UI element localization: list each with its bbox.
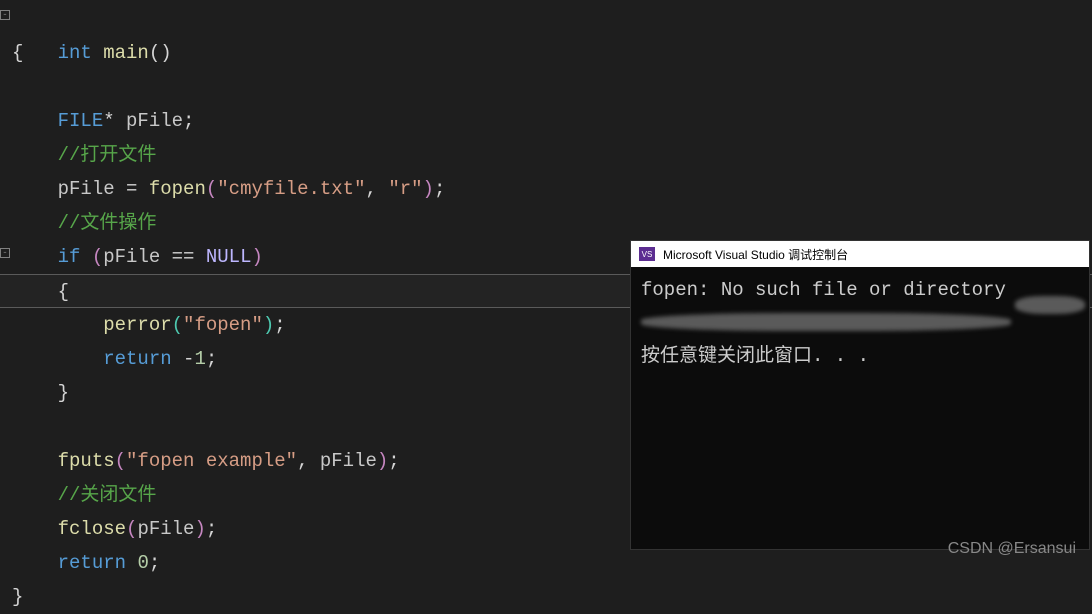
code-line [0,70,1092,104]
code-line: { [0,36,1092,70]
redacted-text [641,313,1079,333]
watermark-text: CSDN @Ersansui [948,540,1076,558]
console-line: fopen: No such file or directory [641,273,1079,307]
console-line: 按任意键关闭此窗口. . . [641,339,1079,373]
fold-icon[interactable]: - [0,10,10,20]
console-output: fopen: No such file or directory 按任意键关闭此… [631,267,1089,379]
code-line: } [0,580,1092,614]
code-line: //打开文件 [0,138,1092,172]
console-title: Microsoft Visual Studio 调试控制台 [663,246,848,263]
code-line: //文件操作 [0,206,1092,240]
redacted-text [1015,296,1085,314]
code-line: -int main() [0,2,1092,36]
console-titlebar[interactable]: VS Microsoft Visual Studio 调试控制台 [631,241,1089,267]
fold-icon[interactable]: - [0,248,10,258]
code-line: return 0; [0,546,1092,580]
debug-console-window[interactable]: VS Microsoft Visual Studio 调试控制台 fopen: … [630,240,1090,550]
code-line: FILE* pFile; [0,104,1092,138]
code-line: pFile = fopen("cmyfile.txt", "r"); [0,172,1092,206]
vs-icon: VS [639,247,655,261]
